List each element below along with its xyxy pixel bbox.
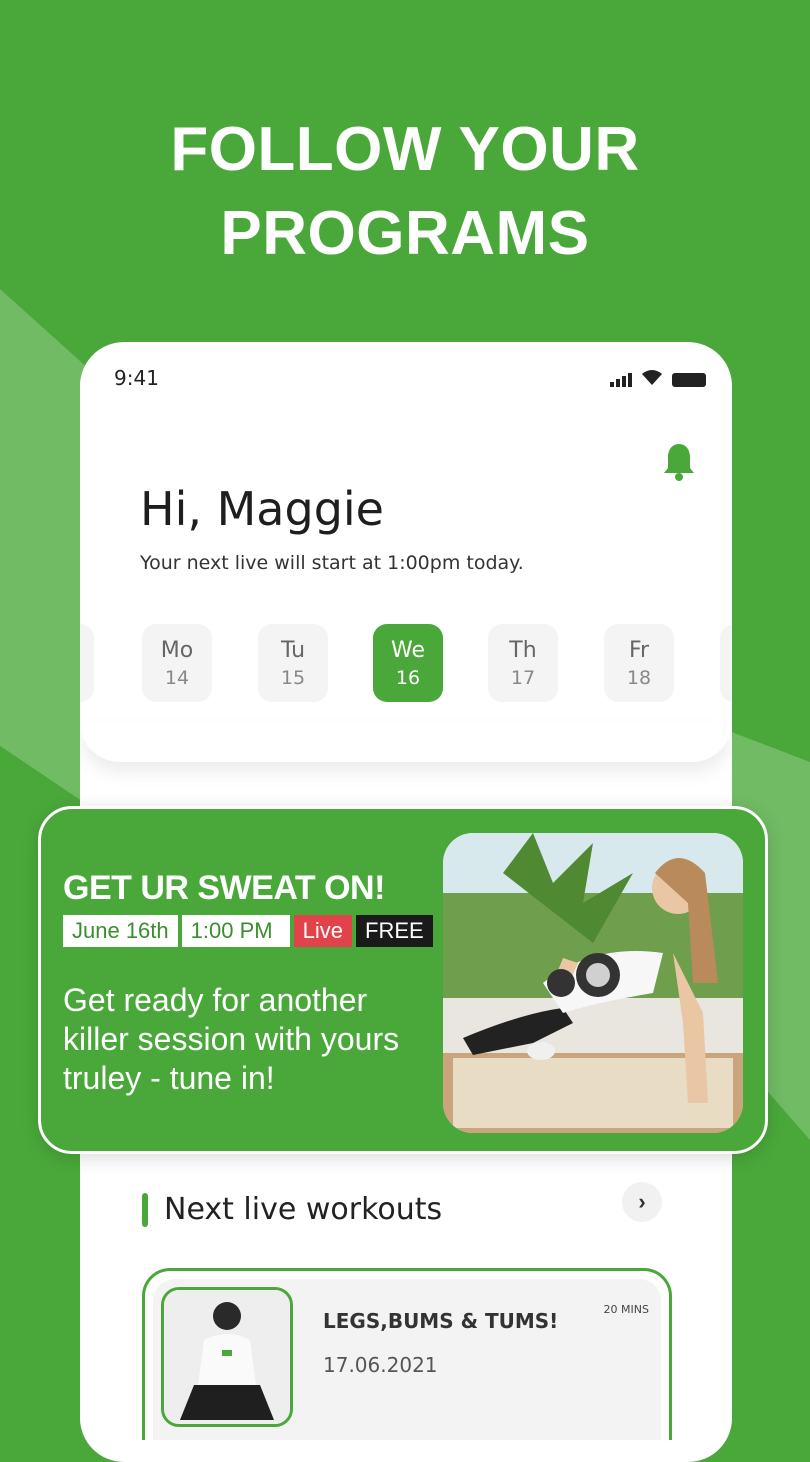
workout-name: LEGS,BUMS & TUMS! (323, 1309, 559, 1333)
day-name: Mo (160, 638, 194, 663)
notification-bell-icon[interactable] (662, 442, 696, 482)
workout-list-item[interactable]: LEGS,BUMS & TUMS! 17.06.2021 20 MINS (142, 1268, 672, 1440)
status-icons (610, 369, 706, 387)
status-bar: 9:41 (114, 364, 706, 392)
free-badge: FREE (356, 915, 433, 947)
headline-line-1: FOLLOW YOUR (170, 115, 640, 184)
day-partial-right (720, 624, 732, 702)
day-number: 14 (164, 667, 190, 689)
week-day-selector: Mo 14 Tu 15 We 16 Th 17 Fr 18 (80, 624, 732, 702)
headline-line-2: PROGRAMS (220, 199, 590, 268)
promo-tags: June 16th 1:00 PM Live FREE (63, 915, 433, 947)
day-name: We (391, 638, 425, 663)
day-we-selected[interactable]: We 16 (373, 624, 443, 702)
day-name: Fr (628, 638, 650, 663)
day-name: Th (509, 638, 537, 663)
header-card-shadow (80, 722, 732, 762)
live-badge: Live (293, 915, 352, 947)
headline: FOLLOW YOUR PROGRAMS (0, 108, 810, 276)
day-partial-left (80, 624, 94, 702)
promo-description: Get ready for another killer session wit… (63, 982, 400, 1096)
status-time: 9:41 (114, 366, 159, 390)
trainer-thumbnail-illustration (164, 1290, 290, 1424)
next-live-workouts-header: Next live workouts (142, 1192, 442, 1227)
wifi-icon (642, 370, 662, 385)
workout-duration: 20 MINS (603, 1303, 649, 1316)
day-number: 16 (395, 667, 421, 689)
day-th[interactable]: Th 17 (488, 624, 558, 702)
day-number: 17 (510, 667, 536, 689)
live-session-promo-card[interactable]: GET UR SWEAT ON! June 16th 1:00 PM Live … (38, 806, 768, 1154)
section-title: Next live workouts (164, 1192, 443, 1227)
day-tu[interactable]: Tu 15 (258, 624, 328, 702)
greeting-subtitle: Your next live will start at 1:00pm toda… (140, 552, 524, 574)
promo-title: GET UR SWEAT ON! (63, 869, 385, 907)
promo-time-tag: 1:00 PM (181, 915, 290, 947)
day-number: 18 (626, 667, 652, 689)
day-name: Tu (280, 638, 306, 663)
signal-icon (610, 371, 632, 387)
day-number: 15 (280, 667, 306, 689)
workout-card-body: LEGS,BUMS & TUMS! 17.06.2021 20 MINS (153, 1279, 661, 1440)
section-accent-bar (142, 1192, 148, 1227)
battery-icon (672, 373, 706, 387)
greeting-title: Hi, Maggie (140, 482, 384, 536)
workout-date: 17.06.2021 (323, 1353, 438, 1377)
promo-date-tag: June 16th (63, 915, 178, 947)
workout-thumbnail (161, 1287, 293, 1427)
day-mo[interactable]: Mo 14 (142, 624, 212, 702)
trainer-photo-illustration (443, 833, 743, 1133)
see-all-chevron-icon[interactable]: › (622, 1182, 662, 1222)
day-fr[interactable]: Fr 18 (604, 624, 674, 702)
trainer-workout-photo (443, 833, 743, 1133)
